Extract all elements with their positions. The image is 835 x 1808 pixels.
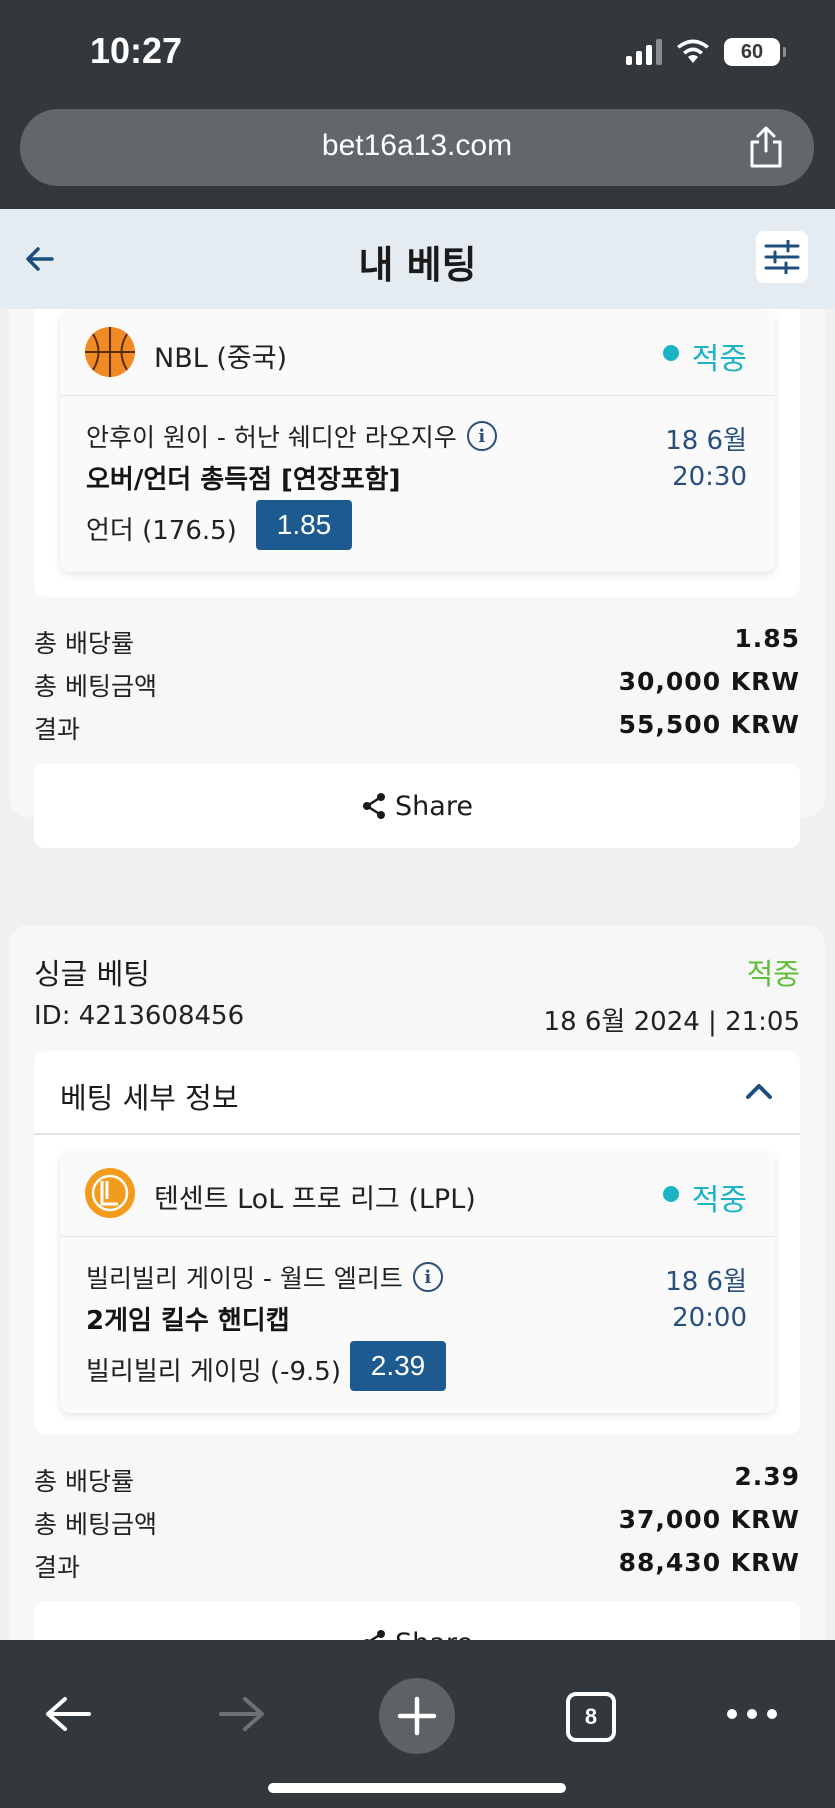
- summary-value: 55,500 KRW: [618, 710, 800, 739]
- lol-league-icon: [85, 1168, 135, 1218]
- info-icon[interactable]: i: [466, 421, 497, 451]
- summary-value: 30,000 KRW: [618, 667, 800, 696]
- market-name: 2게임 킬수 핸디캡: [86, 1306, 290, 1336]
- browser-top-bar: 10:27 60 bet16a13.com: [0, 0, 835, 209]
- summary-label: 총 베팅금액: [34, 1510, 157, 1539]
- selection-header: 텐센트 LoL 프로 리그 (LPL) 적중: [60, 1151, 775, 1237]
- page-title: 내 베팅: [358, 243, 477, 287]
- summary-row: 총 배당률 1.85: [34, 624, 800, 664]
- status-time: 10:27: [90, 30, 183, 71]
- selection-box: 텐센트 LoL 프로 리그 (LPL) 적중 빌리빌리 게이밍 - 월드 엘리트…: [60, 1151, 775, 1413]
- league-name: NBL (중국): [154, 343, 288, 374]
- summary-row: 총 배당률 2.39: [34, 1462, 800, 1502]
- share-icon: [364, 1630, 386, 1640]
- share-button[interactable]: Share: [34, 1601, 800, 1640]
- back-button[interactable]: [40, 1686, 96, 1742]
- match-time: 20:00: [672, 1303, 747, 1333]
- bet-status: 적중: [746, 957, 800, 991]
- bet-details-panel: NBL (중국) 적중 안후이 원이 - 허난 쉐디안 라오지우 i 18 6월…: [34, 309, 800, 597]
- battery-indicator: 60: [724, 38, 786, 66]
- odds-badge: 2.39: [350, 1341, 446, 1391]
- forward-button[interactable]: [214, 1686, 270, 1742]
- odds-badge: 1.85: [256, 500, 352, 550]
- bet-type: 싱글 베팅: [34, 957, 150, 991]
- bet-details-panel: 베팅 세부 정보 텐센트 LoL 프로 리그 (LPL) 적중 빌리빌리 게이밍…: [34, 1051, 800, 1435]
- home-indicator: [268, 1783, 566, 1793]
- match-teams: 안후이 원이 - 허난 쉐디안 라오지우: [86, 423, 457, 452]
- summary-row: 결과 55,500 KRW: [34, 710, 800, 750]
- selection-header: NBL (중국) 적중: [60, 310, 775, 396]
- share-button[interactable]: Share: [34, 764, 800, 848]
- bet-placed-date: 18 6월 2024 | 21:05: [543, 1007, 800, 1037]
- wifi-icon: [677, 39, 709, 63]
- match-name: 빌리빌리 게이밍 - 월드 엘리트 i: [86, 1259, 443, 1295]
- bet-card: 싱글 베팅 적중 ID: 4213608456 18 6월 2024 | 21:…: [9, 925, 825, 1640]
- selection-status: 적중: [691, 1183, 747, 1218]
- forward-arrow-icon: [219, 1697, 264, 1731]
- bets-list[interactable]: NBL (중국) 적중 안후이 원이 - 허난 쉐디안 라오지우 i 18 6월…: [0, 309, 835, 1640]
- market-name: 오버/언더 총득점 [연장포함]: [86, 465, 401, 495]
- summary-label: 총 베팅금액: [34, 672, 157, 701]
- summary-row: 총 베팅금액 37,000 KRW: [34, 1505, 800, 1545]
- match-time: 20:30: [672, 462, 747, 492]
- status-dot: [663, 345, 679, 361]
- summary-value: 88,430 KRW: [618, 1548, 800, 1577]
- summary-label: 결과: [34, 715, 81, 744]
- summary-label: 총 배당률: [34, 1467, 134, 1496]
- share-icon: [363, 793, 386, 819]
- tabs-button[interactable]: 8: [566, 1692, 616, 1742]
- pick-label: 언더 (176.5): [86, 516, 237, 546]
- share-label: Share: [395, 1628, 473, 1641]
- new-tab-button[interactable]: [379, 1678, 455, 1754]
- more-button[interactable]: [724, 1696, 780, 1732]
- bet-card: NBL (중국) 적중 안후이 원이 - 허난 쉐디안 라오지우 i 18 6월…: [9, 309, 825, 848]
- bet-id: ID: 4213608456: [34, 1001, 245, 1031]
- filter-sliders-icon: [764, 240, 800, 274]
- details-title[interactable]: 베팅 세부 정보: [60, 1075, 239, 1117]
- league-name: 텐센트 LoL 프로 리그 (LPL): [154, 1184, 476, 1215]
- basketball-icon: [85, 327, 135, 377]
- ios-share-icon[interactable]: [746, 125, 786, 169]
- url-text[interactable]: bet16a13.com: [20, 129, 814, 163]
- summary-label: 총 배당률: [34, 629, 134, 658]
- back-arrow-icon: [46, 1697, 91, 1731]
- summary-value: 1.85: [734, 624, 800, 653]
- status-dot: [663, 1186, 679, 1202]
- more-icon: [727, 1709, 777, 1719]
- share-label: Share: [395, 790, 473, 822]
- match-name: 안후이 원이 - 허난 쉐디안 라오지우 i: [86, 418, 497, 454]
- address-bar[interactable]: bet16a13.com: [20, 109, 814, 186]
- summary-row: 총 베팅금액 30,000 KRW: [34, 667, 800, 707]
- match-date: 18 6월: [665, 1267, 747, 1297]
- cellular-signal-icon: [626, 39, 662, 65]
- divider: [34, 1133, 800, 1135]
- summary-label: 결과: [34, 1553, 81, 1582]
- summary-row: 결과 88,430 KRW: [34, 1548, 800, 1588]
- pick-label: 빌리빌리 게이밍 (-9.5): [86, 1357, 341, 1387]
- browser-toolbar: 8: [0, 1640, 835, 1808]
- app-header: 내 베팅: [0, 209, 835, 309]
- plus-icon: [397, 1696, 437, 1736]
- info-icon[interactable]: i: [412, 1262, 443, 1292]
- selection-box: NBL (중국) 적중 안후이 원이 - 허난 쉐디안 라오지우 i 18 6월…: [60, 310, 775, 572]
- filter-button[interactable]: [756, 231, 808, 283]
- chevron-up-icon[interactable]: [744, 1081, 774, 1101]
- match-date: 18 6월: [665, 426, 747, 456]
- match-teams: 빌리빌리 게이밍 - 월드 엘리트: [86, 1264, 403, 1293]
- summary-value: 37,000 KRW: [618, 1505, 800, 1534]
- selection-status: 적중: [691, 342, 747, 377]
- status-icons: 60: [626, 38, 786, 66]
- summary-value: 2.39: [734, 1462, 800, 1491]
